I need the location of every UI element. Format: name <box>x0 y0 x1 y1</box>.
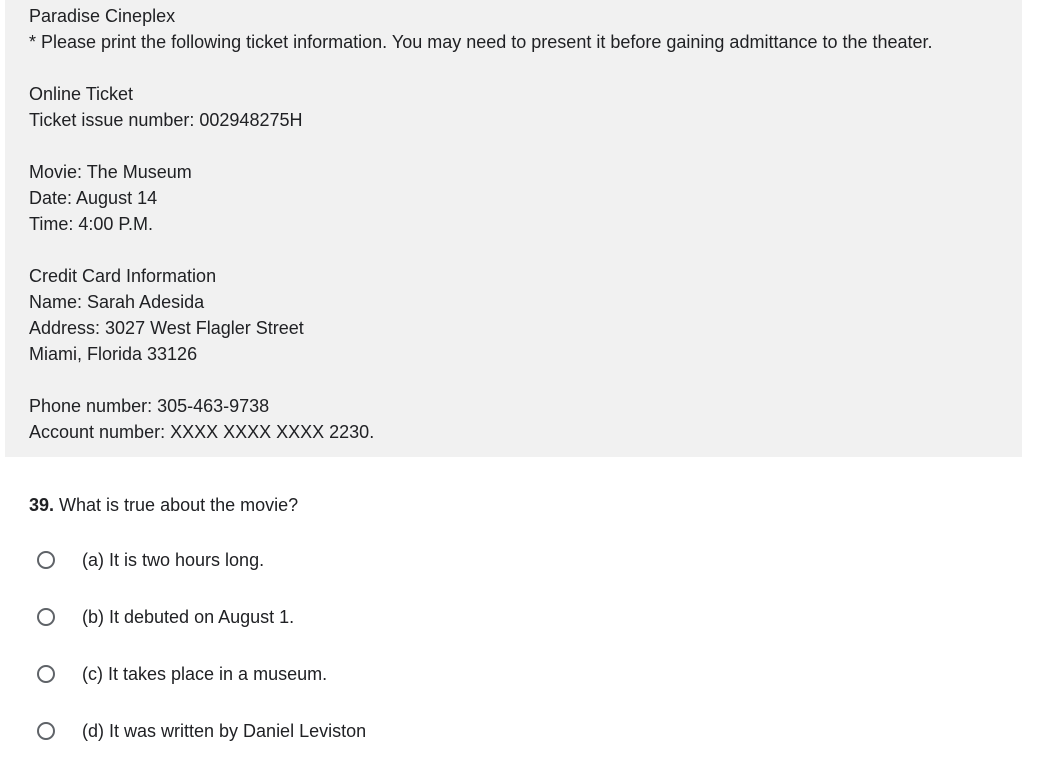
question-number: 39. <box>29 495 55 515</box>
ticket-passage: Paradise Cineplex * Please print the fol… <box>5 0 1022 457</box>
passage-spacer <box>29 237 1022 263</box>
question-text: What is true about the movie? <box>54 495 299 515</box>
passage-line-print-notice: * Please print the following ticket info… <box>29 32 933 52</box>
passage-line-time: Time: 4:00 P.M. <box>29 214 154 234</box>
passage-line-ticket-number: Ticket issue number: 002948275H <box>29 110 303 130</box>
answer-option-label: (d) It was written by Daniel Leviston <box>82 721 367 741</box>
passage-spacer <box>29 133 1022 159</box>
answer-option-c[interactable]: (c) It takes place in a museum. <box>37 661 327 687</box>
answer-option-label: (c) It takes place in a museum. <box>82 664 328 684</box>
passage-spacer <box>29 367 1022 393</box>
radio-icon[interactable] <box>37 608 55 626</box>
answer-option-label: (a) It is two hours long. <box>82 550 265 570</box>
answer-option-a[interactable]: (a) It is two hours long. <box>37 547 264 573</box>
answer-option-label: (b) It debuted on August 1. <box>82 607 295 627</box>
passage-line-ticket-heading: Online Ticket <box>29 84 134 104</box>
radio-icon[interactable] <box>37 722 55 740</box>
question-prompt: 39. What is true about the movie? <box>29 492 298 518</box>
passage-line-date: Date: August 14 <box>29 188 158 208</box>
radio-icon[interactable] <box>37 665 55 683</box>
passage-line-name: Name: Sarah Adesida <box>29 292 205 312</box>
answer-option-b[interactable]: (b) It debuted on August 1. <box>37 604 294 630</box>
passage-line-address: Address: 3027 West Flagler Street <box>29 318 304 338</box>
passage-line-city: Miami, Florida 33126 <box>29 344 198 364</box>
passage-line-phone: Phone number: 305-463-9738 <box>29 396 270 416</box>
passage-line-account: Account number: XXXX XXXX XXXX 2230. <box>29 422 375 442</box>
radio-icon[interactable] <box>37 551 55 569</box>
passage-line-cinema-name: Paradise Cineplex <box>29 6 176 26</box>
passage-line-movie: Movie: The Museum <box>29 162 192 182</box>
passage-line-card-heading: Credit Card Information <box>29 266 217 286</box>
answer-option-d[interactable]: (d) It was written by Daniel Leviston <box>37 718 366 744</box>
passage-spacer <box>29 55 1022 81</box>
